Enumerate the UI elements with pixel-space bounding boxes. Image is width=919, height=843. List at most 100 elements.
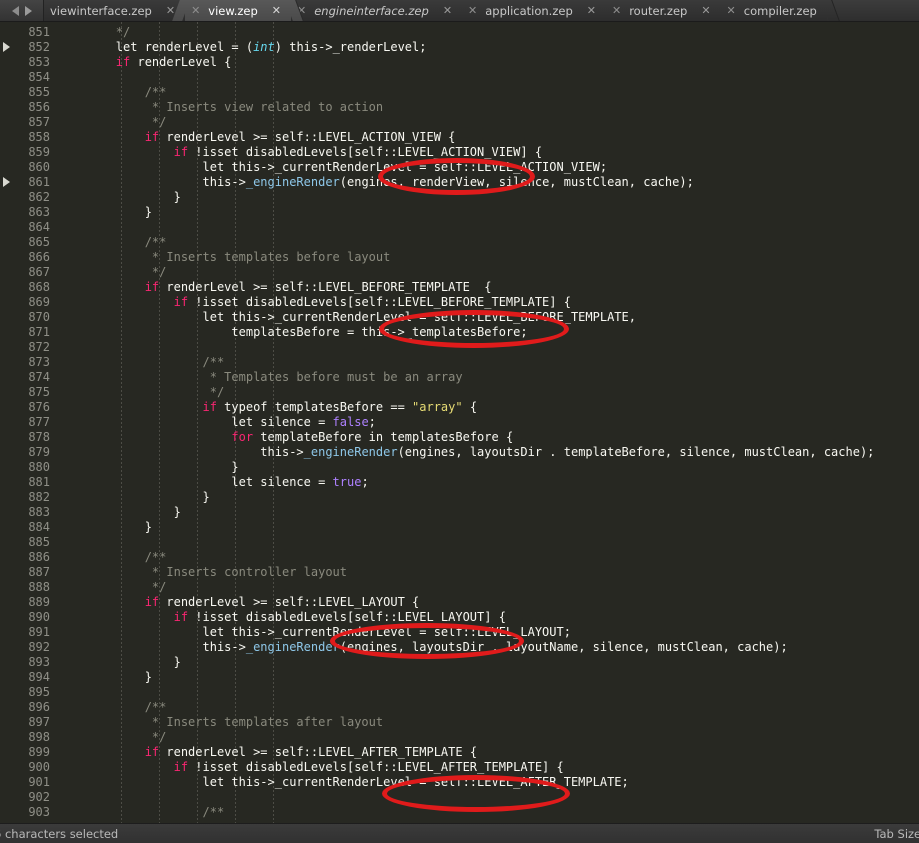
line-number[interactable]: 880: [0, 460, 58, 475]
line-number[interactable]: 883: [0, 505, 58, 520]
tab-close-icon[interactable]: ✕: [191, 5, 200, 16]
line-number[interactable]: 877: [0, 415, 58, 430]
line-number[interactable]: 868: [0, 280, 58, 295]
code-line[interactable]: * Inserts view related to action: [58, 100, 919, 115]
triangle-left-icon[interactable]: [11, 5, 19, 16]
code-line[interactable]: [58, 340, 919, 355]
line-number[interactable]: 871: [0, 325, 58, 340]
code-line[interactable]: [58, 220, 919, 235]
code-line[interactable]: */: [58, 265, 919, 280]
code-line[interactable]: let silence = false;: [58, 415, 919, 430]
line-number[interactable]: 894: [0, 670, 58, 685]
code-line[interactable]: * Inserts templates after layout: [58, 715, 919, 730]
line-number[interactable]: 900: [0, 760, 58, 775]
tab-view-zep[interactable]: ✕ view.zep ✕: [185, 0, 291, 21]
line-number[interactable]: 857: [0, 115, 58, 130]
tab-close-icon[interactable]: ✕: [587, 5, 596, 16]
line-number[interactable]: 874: [0, 370, 58, 385]
code-content[interactable]: */ let renderLevel = (int) this->_render…: [58, 22, 919, 823]
line-number[interactable]: 882: [0, 490, 58, 505]
code-line[interactable]: this->_engineRender(engines, layoutsDir …: [58, 445, 919, 460]
line-number[interactable]: 854: [0, 70, 58, 85]
line-number[interactable]: 888: [0, 580, 58, 595]
code-line[interactable]: * Inserts templates before layout: [58, 250, 919, 265]
code-line[interactable]: */: [58, 25, 919, 40]
line-number[interactable]: 862: [0, 190, 58, 205]
code-line[interactable]: if renderLevel >= self::LEVEL_ACTION_VIE…: [58, 130, 919, 145]
line-number[interactable]: 879: [0, 445, 58, 460]
code-line[interactable]: }: [58, 190, 919, 205]
code-line[interactable]: this->_engineRender(engines, renderView,…: [58, 175, 919, 190]
code-line[interactable]: }: [58, 460, 919, 475]
line-number[interactable]: 895: [0, 685, 58, 700]
line-number[interactable]: 851: [0, 25, 58, 40]
fold-arrow-icon[interactable]: [3, 42, 10, 52]
line-number[interactable]: 891: [0, 625, 58, 640]
tab-close-icon[interactable]: ✕: [272, 5, 281, 16]
line-number[interactable]: 853: [0, 55, 58, 70]
tab-close-icon[interactable]: ✕: [612, 5, 621, 16]
code-line[interactable]: /**: [58, 85, 919, 100]
line-number[interactable]: 887: [0, 565, 58, 580]
line-number[interactable]: 881: [0, 475, 58, 490]
code-line[interactable]: if renderLevel >= self::LEVEL_AFTER_TEMP…: [58, 745, 919, 760]
line-number[interactable]: 872: [0, 340, 58, 355]
line-number[interactable]: 866: [0, 250, 58, 265]
code-line[interactable]: if !isset disabledLevels[self::LEVEL_ACT…: [58, 145, 919, 160]
code-line[interactable]: }: [58, 670, 919, 685]
code-line[interactable]: }: [58, 205, 919, 220]
code-line[interactable]: let this->_currentRenderLevel = self::LE…: [58, 625, 919, 640]
line-number[interactable]: 885: [0, 535, 58, 550]
code-line[interactable]: /**: [58, 355, 919, 370]
line-number[interactable]: 855: [0, 85, 58, 100]
code-editor[interactable]: 851 852 853 854 855 856 857 858 859 860 861 862 863 8…: [0, 22, 919, 823]
code-line[interactable]: [58, 70, 919, 85]
line-number[interactable]: 860: [0, 160, 58, 175]
code-line[interactable]: if !isset disabledLevels[self::LEVEL_LAY…: [58, 610, 919, 625]
code-line[interactable]: let this->_currentRenderLevel = self::LE…: [58, 310, 919, 325]
line-number[interactable]: 875: [0, 385, 58, 400]
code-line[interactable]: * Templates before must be an array: [58, 370, 919, 385]
tab-close-icon[interactable]: ✕: [727, 5, 736, 16]
code-line[interactable]: let this->_currentRenderLevel = self::LE…: [58, 775, 919, 790]
code-line[interactable]: [58, 685, 919, 700]
line-number[interactable]: 902: [0, 790, 58, 805]
code-line[interactable]: if renderLevel {: [58, 55, 919, 70]
line-number[interactable]: 870: [0, 310, 58, 325]
code-line[interactable]: */: [58, 385, 919, 400]
code-line[interactable]: let renderLevel = (int) this->_renderLev…: [58, 40, 919, 55]
line-number[interactable]: 884: [0, 520, 58, 535]
code-line[interactable]: if !isset disabledLevels[self::LEVEL_AFT…: [58, 760, 919, 775]
line-number[interactable]: 889: [0, 595, 58, 610]
line-number[interactable]: 869: [0, 295, 58, 310]
tab-application-zep[interactable]: ✕ application.zep ✕: [462, 0, 606, 21]
line-number-gutter[interactable]: 851 852 853 854 855 856 857 858 859 860 861 862 863 8…: [0, 22, 58, 823]
code-line[interactable]: templatesBefore = this->_templatesBefore…: [58, 325, 919, 340]
line-number[interactable]: 852: [0, 40, 58, 55]
line-number[interactable]: 863: [0, 205, 58, 220]
line-number[interactable]: 867: [0, 265, 58, 280]
fold-arrow-icon[interactable]: [3, 177, 10, 187]
code-line[interactable]: for templateBefore in templatesBefore {: [58, 430, 919, 445]
code-line[interactable]: }: [58, 490, 919, 505]
line-number[interactable]: 898: [0, 730, 58, 745]
code-line[interactable]: if renderLevel >= self::LEVEL_LAYOUT {: [58, 595, 919, 610]
code-line[interactable]: }: [58, 505, 919, 520]
line-number[interactable]: 864: [0, 220, 58, 235]
line-number[interactable]: 873: [0, 355, 58, 370]
tab-router-zep[interactable]: ✕ router.zep ✕: [605, 0, 721, 21]
triangle-right-icon[interactable]: [24, 5, 32, 16]
code-line[interactable]: /**: [58, 700, 919, 715]
line-number[interactable]: 893: [0, 655, 58, 670]
code-line[interactable]: }: [58, 520, 919, 535]
code-line[interactable]: */: [58, 115, 919, 130]
line-number[interactable]: 878: [0, 430, 58, 445]
code-line[interactable]: [58, 535, 919, 550]
line-number[interactable]: 901: [0, 775, 58, 790]
line-number[interactable]: 899: [0, 745, 58, 760]
code-line[interactable]: if typeof templatesBefore == "array" {: [58, 400, 919, 415]
tab-viewinterface-zep[interactable]: viewinterface.zep ✕: [44, 0, 186, 21]
code-line[interactable]: let silence = true;: [58, 475, 919, 490]
line-number[interactable]: 897: [0, 715, 58, 730]
line-number[interactable]: 886: [0, 550, 58, 565]
